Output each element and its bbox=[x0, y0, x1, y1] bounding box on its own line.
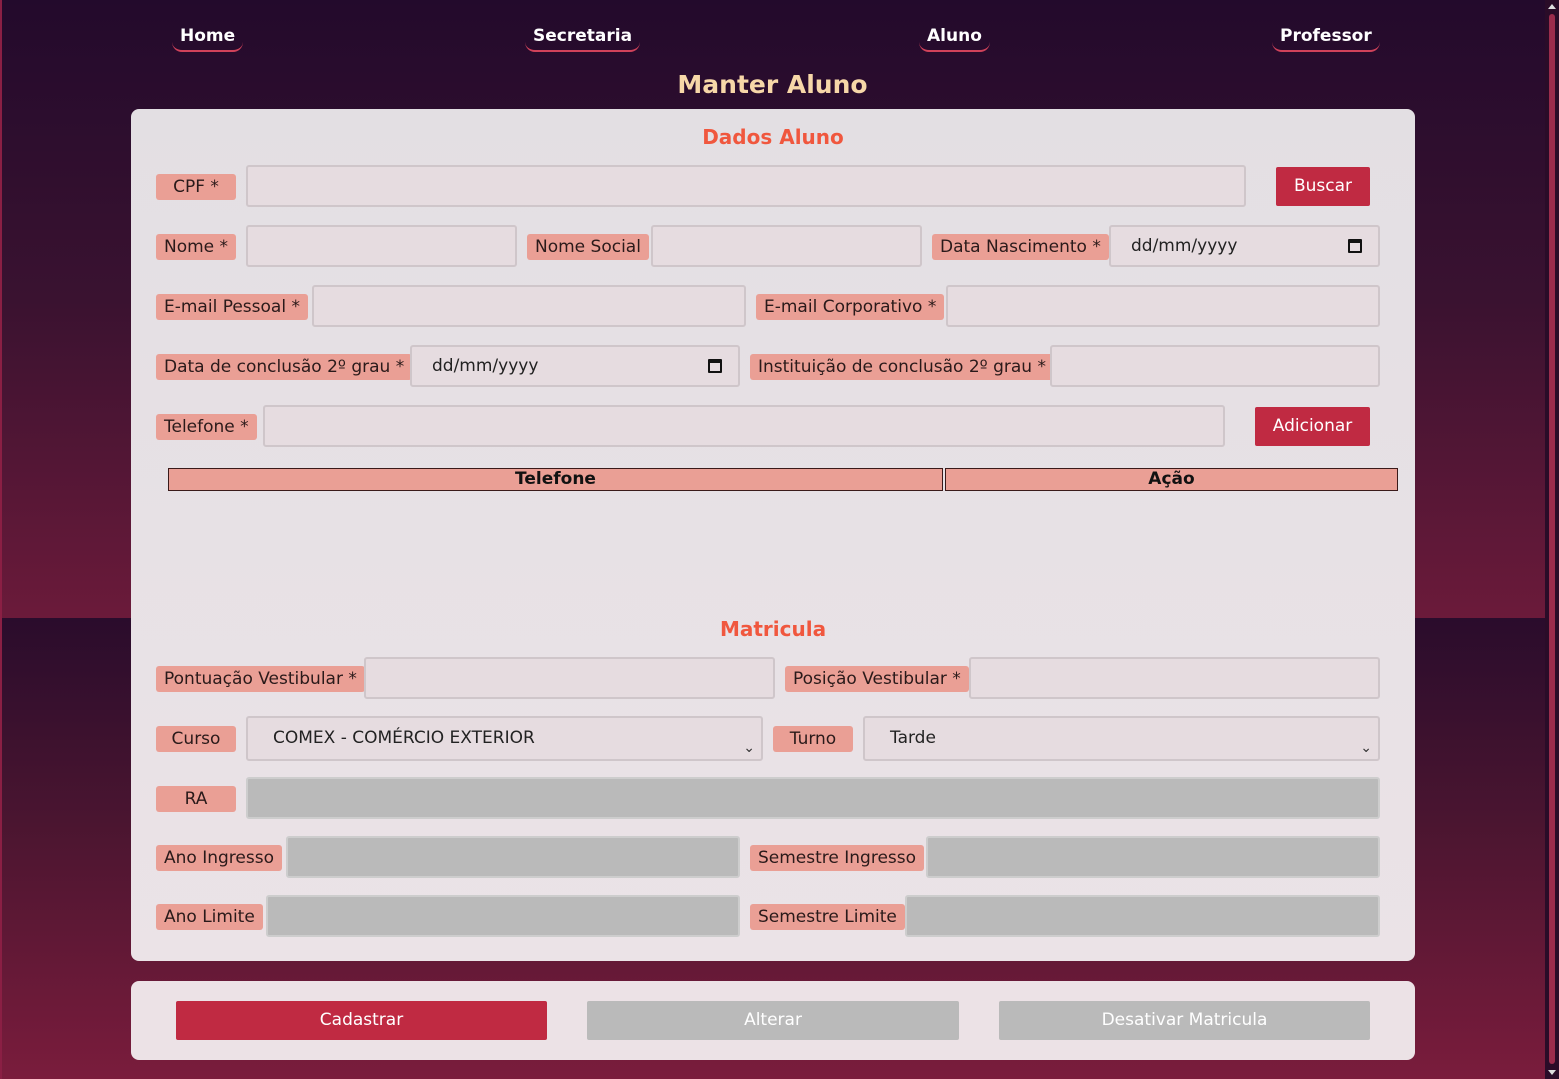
instituicao-input[interactable] bbox=[1050, 345, 1380, 387]
data-nascimento-label: Data Nascimento * bbox=[932, 234, 1109, 260]
student-form-card: Dados Aluno CPF * Buscar Nome * Nome Soc… bbox=[131, 109, 1415, 961]
nav-aluno-link[interactable]: Aluno bbox=[919, 24, 990, 52]
desativar-matricula-button[interactable]: Desativar Matricula bbox=[999, 1001, 1370, 1040]
cadastrar-button[interactable]: Cadastrar bbox=[176, 1001, 547, 1040]
table-header-telefone: Telefone bbox=[168, 468, 943, 491]
curso-label: Curso bbox=[156, 726, 236, 752]
semestre-ingresso-label: Semestre Ingresso bbox=[750, 845, 925, 871]
nome-input[interactable] bbox=[246, 225, 517, 267]
adicionar-button[interactable]: Adicionar bbox=[1255, 407, 1370, 446]
email-pessoal-input[interactable] bbox=[312, 285, 746, 327]
ano-limite-label: Ano Limite bbox=[156, 904, 263, 930]
main-nav: Home Secretaria Aluno Professor bbox=[0, 24, 1545, 54]
scroll-thumb[interactable] bbox=[1549, 14, 1555, 1064]
data-conclusao-value: dd/mm/yyyy bbox=[432, 356, 539, 376]
nav-home-link[interactable]: Home bbox=[172, 24, 244, 52]
semestre-ingresso-input bbox=[926, 836, 1380, 878]
vertical-scrollbar[interactable] bbox=[1545, 0, 1559, 1079]
window-frame bbox=[0, 0, 2, 1079]
pontuacao-label: Pontuação Vestibular * bbox=[156, 666, 365, 692]
curso-select[interactable]: COMEX - COMÉRCIO EXTERIOR ⌄ bbox=[246, 716, 763, 761]
alterar-button[interactable]: Alterar bbox=[587, 1001, 959, 1040]
ra-input bbox=[246, 777, 1380, 819]
email-corporativo-input[interactable] bbox=[946, 285, 1380, 327]
nome-social-input[interactable] bbox=[651, 225, 922, 267]
telefone-label: Telefone * bbox=[156, 414, 257, 440]
turno-select[interactable]: Tarde ⌄ bbox=[863, 716, 1380, 761]
data-nascimento-input[interactable]: dd/mm/yyyy bbox=[1109, 225, 1380, 267]
cpf-label: CPF * bbox=[156, 174, 236, 200]
turno-label: Turno bbox=[773, 726, 853, 752]
semestre-limite-label: Semestre Limite bbox=[750, 904, 905, 930]
semestre-limite-input bbox=[905, 895, 1380, 937]
turno-selected-value: Tarde bbox=[890, 728, 936, 748]
ano-limite-input bbox=[266, 895, 740, 937]
nav-professor-link[interactable]: Professor bbox=[1272, 24, 1380, 52]
nome-label: Nome * bbox=[156, 234, 237, 260]
curso-selected-value: COMEX - COMÉRCIO EXTERIOR bbox=[273, 728, 535, 748]
email-pessoal-label: E-mail Pessoal * bbox=[156, 294, 308, 320]
page-title: Manter Aluno bbox=[677, 70, 868, 99]
scroll-up-icon[interactable] bbox=[1548, 4, 1556, 9]
ra-label: RA bbox=[156, 786, 236, 812]
pontuacao-input[interactable] bbox=[364, 657, 775, 699]
buscar-button[interactable]: Buscar bbox=[1276, 167, 1370, 206]
matricula-title: Matricula bbox=[719, 617, 827, 641]
data-nascimento-value: dd/mm/yyyy bbox=[1131, 236, 1238, 256]
dados-aluno-title: Dados Aluno bbox=[702, 125, 844, 149]
chevron-down-icon: ⌄ bbox=[1360, 740, 1372, 756]
calendar-icon[interactable] bbox=[708, 359, 722, 373]
instituicao-label: Instituição de conclusão 2º grau * bbox=[750, 354, 1054, 380]
chevron-down-icon: ⌄ bbox=[743, 740, 755, 756]
nav-secretaria-link[interactable]: Secretaria bbox=[525, 24, 641, 52]
ano-ingresso-input bbox=[286, 836, 740, 878]
cpf-input[interactable] bbox=[246, 165, 1246, 207]
posicao-input[interactable] bbox=[969, 657, 1380, 699]
table-header-acao: Ação bbox=[945, 468, 1398, 491]
email-corporativo-label: E-mail Corporativo * bbox=[756, 294, 945, 320]
nome-social-label: Nome Social bbox=[527, 234, 649, 260]
calendar-icon[interactable] bbox=[1348, 239, 1362, 253]
telefone-input[interactable] bbox=[263, 405, 1225, 447]
data-conclusao-input[interactable]: dd/mm/yyyy bbox=[410, 345, 740, 387]
scroll-down-icon[interactable] bbox=[1548, 1070, 1556, 1075]
actions-card: Cadastrar Alterar Desativar Matricula bbox=[131, 981, 1415, 1060]
ano-ingresso-label: Ano Ingresso bbox=[156, 845, 282, 871]
data-conclusao-label: Data de conclusão 2º grau * bbox=[156, 354, 413, 380]
posicao-label: Posição Vestibular * bbox=[785, 666, 969, 692]
